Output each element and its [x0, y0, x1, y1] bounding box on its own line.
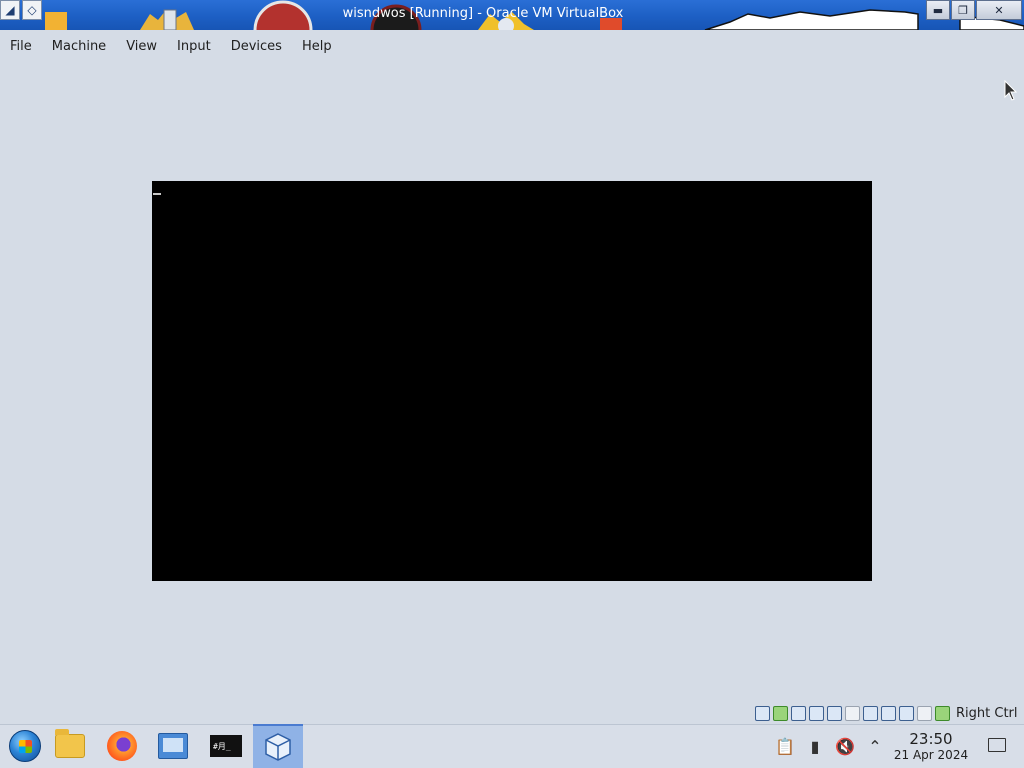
mouse-integration-icon[interactable]: [917, 705, 932, 721]
system-tray: 📋 ▮ 🔇 ⌃: [770, 724, 890, 768]
close-button[interactable]: ✕: [976, 0, 1022, 20]
taskbar-virtualbox[interactable]: [253, 724, 303, 768]
shared-folders-icon[interactable]: [845, 705, 860, 721]
vm-status-bar: Right Ctrl: [755, 704, 1018, 722]
clock-date: 21 Apr 2024: [893, 748, 969, 762]
maximize-button[interactable]: ❐: [951, 0, 975, 20]
recording-icon[interactable]: [881, 705, 896, 721]
folder-icon: [55, 729, 85, 758]
menu-machine[interactable]: Machine: [42, 39, 116, 54]
taskbar-file-manager[interactable]: [45, 724, 95, 768]
menu-devices[interactable]: Devices: [221, 39, 292, 54]
vm-display[interactable]: [152, 181, 872, 581]
vt-x-icon[interactable]: [899, 705, 914, 721]
menu-input[interactable]: Input: [167, 39, 221, 54]
optical-drive-icon[interactable]: [773, 705, 788, 721]
taskbar-firefox[interactable]: [97, 724, 147, 768]
text-cursor: [153, 193, 161, 195]
start-orb-icon: [9, 730, 41, 762]
start-menu-button[interactable]: [0, 724, 50, 768]
network-icon[interactable]: [809, 705, 824, 721]
menu-bar: File Machine View Input Devices Help: [0, 31, 342, 61]
menu-help[interactable]: Help: [292, 39, 342, 54]
audio-icon[interactable]: [791, 705, 806, 721]
mouse-pointer-icon: [1004, 80, 1018, 101]
usb-icon[interactable]: [827, 705, 842, 721]
taskbar-clock[interactable]: 23:50 21 Apr 2024: [890, 730, 972, 762]
clock-time: 23:50: [909, 730, 953, 748]
taskbar-terminal[interactable]: #月_: [201, 724, 251, 768]
firefox-icon: [107, 731, 137, 761]
clipboard-icon[interactable]: 📋: [770, 724, 800, 768]
window-title: wisndwos [Running] - Oracle VM VirtualBo…: [342, 6, 624, 21]
window-titlebar[interactable]: ◢ ◇ wisndwos [Running] - Oracle VM Virtu…: [0, 0, 1024, 30]
host-key-label[interactable]: Right Ctrl: [956, 706, 1018, 721]
hard-disk-icon[interactable]: [755, 705, 770, 721]
minimize-button[interactable]: ▬: [926, 0, 950, 20]
volume-muted-icon[interactable]: 🔇: [830, 724, 860, 768]
show-desktop-icon[interactable]: [988, 738, 1006, 752]
battery-icon[interactable]: ▮: [800, 724, 830, 768]
virtualbox-icon: [265, 733, 291, 761]
taskbar-system-settings[interactable]: [148, 724, 198, 768]
menu-view[interactable]: View: [116, 39, 167, 54]
display-icon[interactable]: [863, 705, 878, 721]
menu-file[interactable]: File: [0, 39, 42, 54]
chevron-up-icon[interactable]: ⌃: [860, 724, 890, 768]
keyboard-capture-icon[interactable]: [935, 705, 950, 721]
system-settings-icon: [158, 733, 188, 759]
terminal-icon: #月_: [210, 735, 242, 757]
